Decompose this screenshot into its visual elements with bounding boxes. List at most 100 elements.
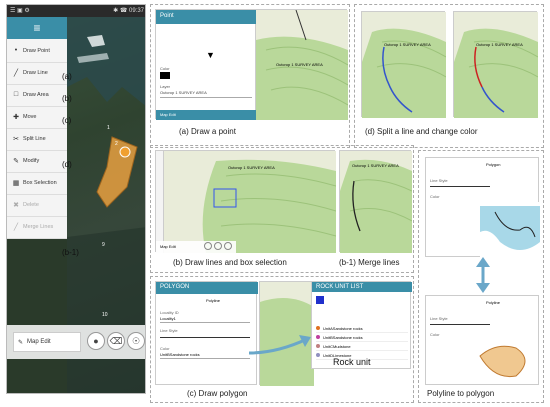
map-edit-button[interactable]: ✎ Map Edit xyxy=(13,332,81,352)
menu-item-move[interactable]: ✚ Move xyxy=(7,105,67,129)
lines-tool-strip[interactable] xyxy=(156,151,164,253)
layer-select[interactable]: Outcrop 1 SURVEY AREA xyxy=(160,90,252,98)
bottom-color-label: Color xyxy=(430,332,440,337)
menu-item-modify[interactable]: ✎ Modify xyxy=(7,149,67,173)
polygon-tab[interactable]: Polyline xyxy=(206,298,220,303)
menu-tag: (b-1) xyxy=(62,248,79,257)
phone-screen: ☰ ▣ ⚙ ✱ ☎ 09:37 ≡ • Draw Point ╱ Draw Line □… xyxy=(6,4,146,394)
rock-unit-list: UnitASandstone rocks UnitBSandstone rocks… xyxy=(316,324,408,360)
rock-unit-label: UnitASandstone rocks xyxy=(323,325,363,331)
locality-select[interactable]: Locality1 xyxy=(160,316,250,323)
split-before-map: Outcrop 1 SURVEY AREA xyxy=(361,11,447,119)
menu-item-icon: ╱ xyxy=(13,69,19,77)
menu-item-icon: □ xyxy=(13,91,19,98)
menu-item-label: Draw Line xyxy=(23,69,48,76)
rock-unit-item[interactable]: UnitASandstone rocks xyxy=(316,324,408,333)
status-bar: ☰ ▣ ⚙ ✱ ☎ 09:37 xyxy=(7,5,145,17)
menu-item-draw-line[interactable]: ╱ Draw Line xyxy=(7,61,67,85)
polygon-form-top: Polygon Line Style Color xyxy=(425,157,540,258)
menu-item-icon: ✂ xyxy=(13,135,19,143)
rock-unit-color-dot xyxy=(316,326,320,330)
rock-unit-item[interactable]: UnitCMudstone xyxy=(316,342,408,351)
panel-polyline-to-polygon: Polygon Line Style Color Polyline Line S… xyxy=(418,150,544,403)
edit-menu: • Draw Point ╱ Draw Line □ Draw Area ✚ Move ✂ Spl… xyxy=(7,39,67,239)
color-swatch[interactable] xyxy=(160,72,170,79)
polygon-form-title: POLYGON xyxy=(156,282,258,294)
polygon-form-bottom-title: Polyline xyxy=(486,300,501,305)
panel-draw-lines: Outcrop 1 SURVEY AREA Map Edit Outcrop 1… xyxy=(150,145,414,273)
menu-tag: (a) xyxy=(62,72,72,81)
line-style-preview[interactable] xyxy=(160,337,250,338)
menu-item-draw-point[interactable]: • Draw Point xyxy=(7,39,67,63)
map-toolbar: ✎ Map Edit ● ⌫ ☉ xyxy=(7,325,145,359)
color-select[interactable]: UnitBSandstone rocks xyxy=(160,352,250,359)
rock-unit-dialog: ROCK UNIT LIST UnitASandstone rocks UnitB… xyxy=(311,281,412,369)
color-field-label: Color xyxy=(160,66,170,71)
locality-label: Locality ID xyxy=(160,310,179,315)
rock-unit-item[interactable]: UnitBSandstone rocks xyxy=(316,333,408,342)
menu-tag: (c) xyxy=(62,116,72,125)
lines-screenshot: Outcrop 1 SURVEY AREA Map Edit xyxy=(155,150,337,253)
polygon-map-preview xyxy=(476,336,538,384)
map-label-2: 2 xyxy=(115,141,118,147)
caption-c: (c) Draw polygon xyxy=(187,389,248,398)
polyline-map-preview xyxy=(480,202,540,258)
caption-b: (b) Draw lines and box selection xyxy=(173,258,287,267)
survey-area-label: Outcrop 1 SURVEY AREA xyxy=(276,62,323,67)
caption-d: (d) Split a line and change color xyxy=(365,127,478,136)
color-label: Color xyxy=(160,346,170,351)
point-screenshot: Point ▼ Color Layer Outcrop 1 SURVEY ARE… xyxy=(155,9,348,120)
status-icons-left: ☰ ▣ ⚙ xyxy=(10,8,30,14)
lines-pin-button[interactable] xyxy=(204,242,212,250)
panel-draw-point: Point ▼ Color Layer Outcrop 1 SURVEY ARE… xyxy=(150,4,350,148)
menu-item-label: Box Selection xyxy=(23,179,57,186)
menu-item-label: Split Line xyxy=(23,135,46,142)
menu-item-icon: ✚ xyxy=(13,113,19,121)
top-line-style-label: Line Style xyxy=(430,178,448,183)
menu-tag: (d) xyxy=(62,160,72,169)
trash-button[interactable]: ⌫ xyxy=(107,332,125,350)
menu-item-label: Merge Lines xyxy=(23,223,54,230)
panel-split-line: Outcrop 1 SURVEY AREA Outcrop 1 SURVEY A… xyxy=(354,4,544,148)
rock-unit-label: UnitCMudstone xyxy=(323,343,351,349)
map-label-1: 1 xyxy=(107,125,110,131)
point-map-edit[interactable]: Map Edit xyxy=(160,112,176,117)
top-line-style[interactable] xyxy=(430,186,490,187)
menu-toggle-button[interactable]: ≡ xyxy=(7,17,67,39)
split-left-label: Outcrop 1 SURVEY AREA xyxy=(384,42,431,47)
menu-item-icon: ▦ xyxy=(12,179,20,187)
panel-draw-polygon: POLYGON Polyline Locality ID Locality1 L… xyxy=(150,276,414,403)
line-style-label: Line Style xyxy=(160,328,178,333)
lines-label-right: Outcrop 1 SURVEY AREA xyxy=(352,163,399,168)
point-map-toolbar: Map Edit xyxy=(156,110,256,120)
caption-a: (a) Draw a point xyxy=(179,127,236,136)
menu-item-label: Draw Area xyxy=(23,91,49,98)
split-after-map: Outcrop 1 SURVEY AREA xyxy=(453,11,539,119)
menu-item-delete[interactable]: ✖ Delete xyxy=(7,193,67,217)
menu-item-icon: ✖ xyxy=(13,201,19,209)
point-form-title: Point xyxy=(156,10,256,24)
menu-item-draw-area[interactable]: □ Draw Area xyxy=(7,83,67,107)
menu-item-box-selection[interactable]: ▦ Box Selection xyxy=(7,171,67,195)
compass-button[interactable]: ☉ xyxy=(127,332,145,350)
selected-color-swatch[interactable] xyxy=(316,296,324,304)
menu-item-label: Move xyxy=(23,113,37,120)
lines-toolbar: Map Edit xyxy=(156,241,236,253)
menu-item-merge-lines[interactable]: ╱ Merge Lines xyxy=(7,215,67,239)
split-right-label: Outcrop 1 SURVEY AREA xyxy=(476,42,523,47)
point-form: Point ▼ Color Layer Outcrop 1 SURVEY ARE… xyxy=(156,10,256,120)
bottom-line-style-label: Line Style xyxy=(430,316,448,321)
caption-e: Polyline to polygon xyxy=(427,389,495,398)
menu-item-split-line[interactable]: ✂ Split Line xyxy=(7,127,67,151)
lines-trash-button[interactable] xyxy=(214,242,222,250)
bottom-line-style[interactable] xyxy=(430,324,490,325)
rock-unit-header: ROCK UNIT LIST xyxy=(312,282,412,292)
location-pin-button[interactable]: ● xyxy=(87,332,105,350)
lines-map-edit[interactable]: Map Edit xyxy=(160,244,176,249)
layer-field-label: Layer xyxy=(160,84,171,89)
double-arrow-icon xyxy=(476,257,490,293)
menu-item-label: Delete xyxy=(23,201,39,208)
pencil-icon: ✎ xyxy=(18,339,24,346)
lines-compass-button[interactable] xyxy=(224,242,232,250)
rock-unit-label: Rock unit xyxy=(333,357,371,367)
